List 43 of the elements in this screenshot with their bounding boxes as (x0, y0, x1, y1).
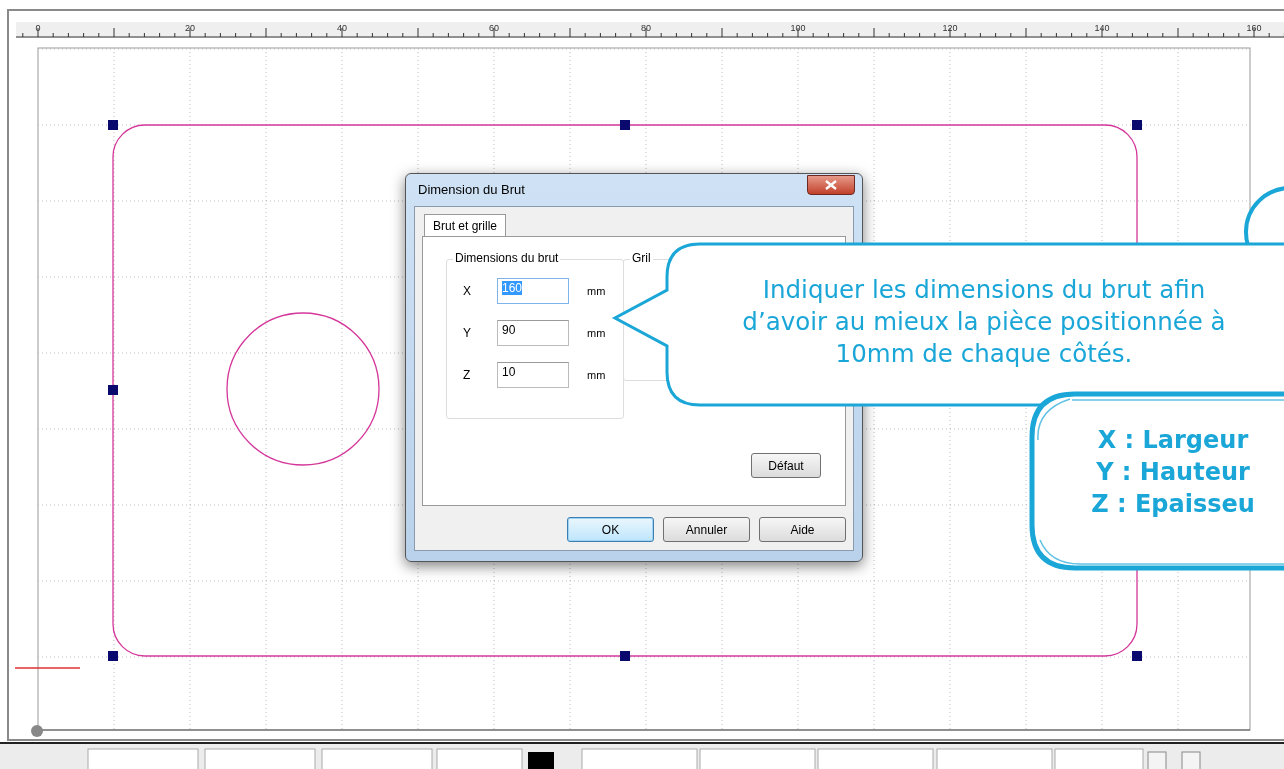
window-title: Dimension du Brut (417, 181, 526, 200)
field-value: 90 (502, 323, 516, 338)
field-value: 160 (502, 281, 523, 296)
selection-handle[interactable] (108, 651, 118, 661)
selection-handle[interactable] (1132, 120, 1142, 130)
selection-handle[interactable] (1132, 651, 1142, 661)
dialog-button[interactable]: Annuler (663, 517, 750, 542)
selection-handle[interactable] (108, 120, 118, 130)
circle-shape[interactable] (226, 312, 380, 466)
ruler-label: 40 (337, 23, 347, 33)
default-button[interactable]: Défaut (751, 453, 821, 479)
tab[interactable]: Brut et grille (424, 214, 507, 238)
ruler-label: 0 (35, 23, 41, 33)
close-button[interactable] (807, 175, 855, 195)
selection-handle[interactable] (620, 651, 630, 661)
field-label: Y (463, 325, 472, 343)
ruler-label: 80 (641, 23, 651, 33)
ruler-label: 60 (489, 23, 499, 33)
dialog-button[interactable]: Aide (759, 517, 846, 542)
callout-text: X : Largeur Y : Hauteur Z : Epaisseu (1090, 425, 1256, 520)
ruler-label: 20 (185, 23, 195, 33)
selection-handle[interactable] (620, 120, 630, 130)
ruler-label: 160 (1246, 23, 1262, 33)
ruler-label: 100 (790, 23, 806, 33)
color-swatch[interactable] (528, 752, 554, 769)
toolbar-icon[interactable] (1181, 751, 1201, 769)
selection-handle[interactable] (108, 385, 118, 395)
field-value: 10 (502, 365, 516, 380)
origin-point (31, 725, 43, 737)
field-label: Z (463, 367, 472, 385)
callout-text: Indiquer les dimensions du brut afin d’avoir au mieux la pièce positionnée à 10mm de chaque côtés. (742, 274, 1226, 370)
unit-label: mm (587, 367, 606, 383)
unit-label: mm (587, 283, 606, 299)
input-field[interactable]: 90 (497, 320, 569, 347)
axis-marker (14, 667, 81, 669)
dialog-button[interactable]: OK (567, 517, 654, 542)
ruler-label: 140 (1094, 23, 1110, 33)
input-field[interactable]: 10 (497, 362, 569, 389)
close-icon (825, 180, 837, 190)
toolbar-icon[interactable] (1147, 751, 1167, 769)
ruler-label: 120 (942, 23, 958, 33)
unit-label: mm (587, 325, 606, 341)
field-label: X (463, 283, 472, 301)
